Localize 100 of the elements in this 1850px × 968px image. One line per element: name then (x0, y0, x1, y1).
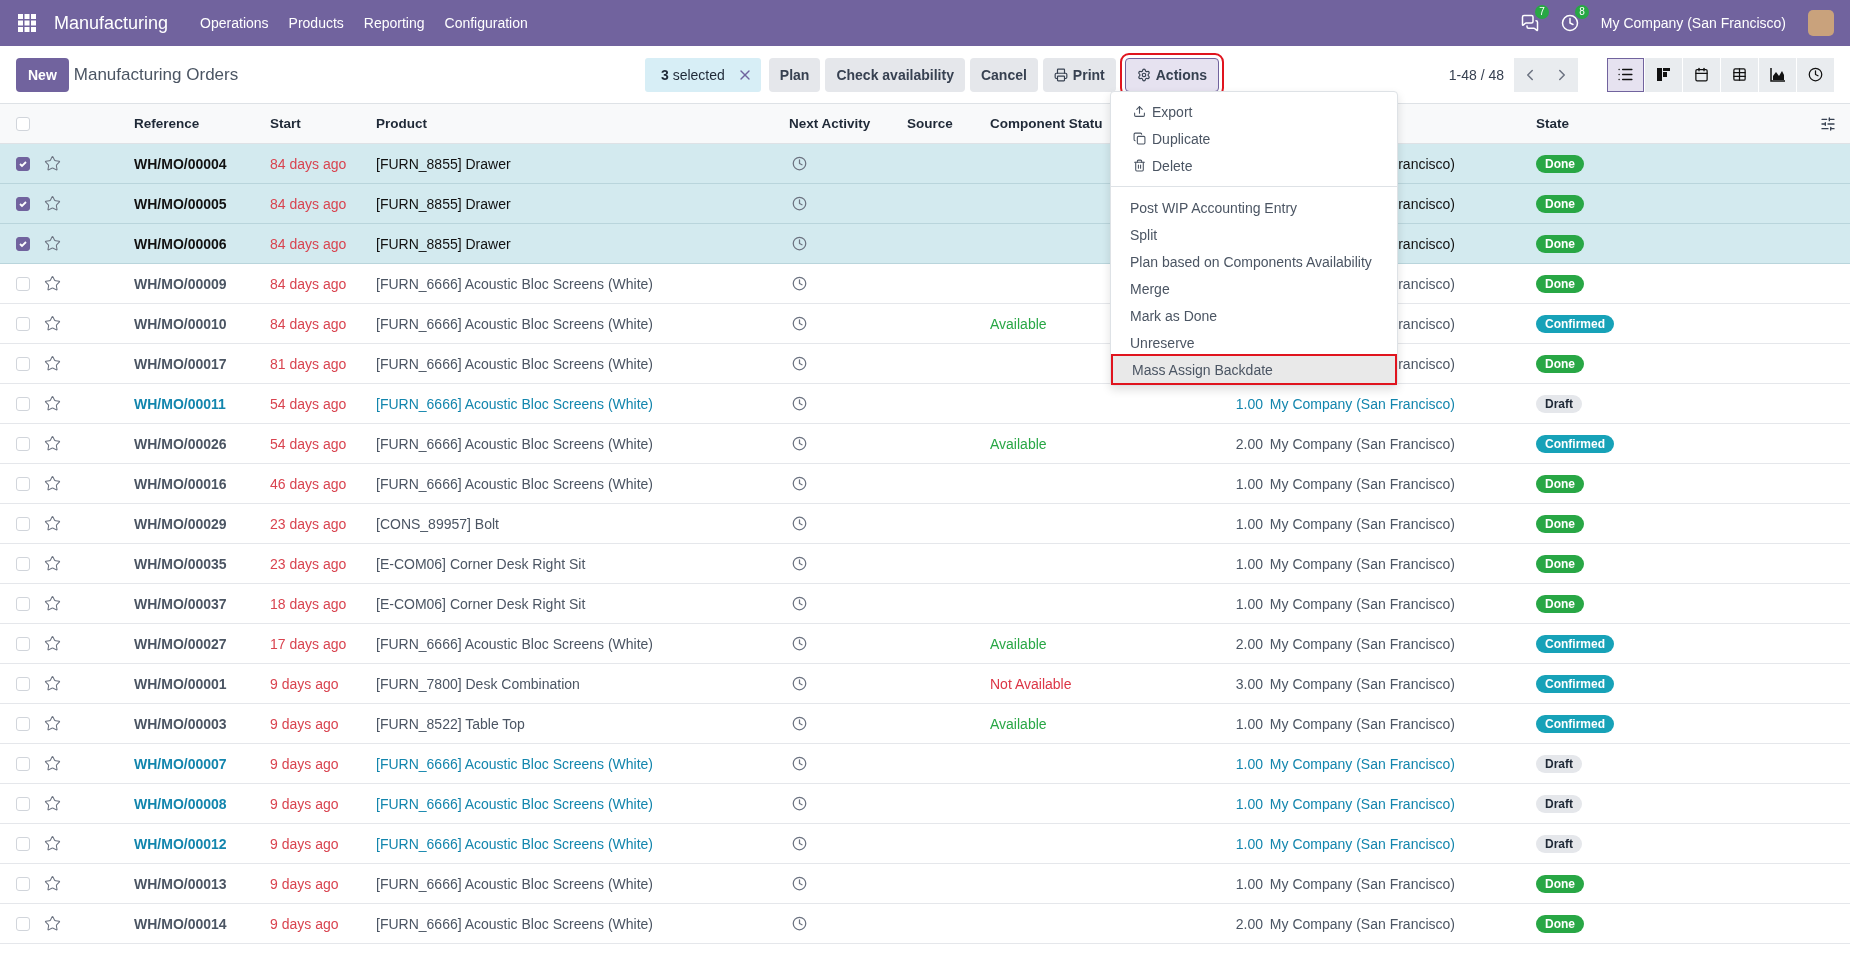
star-icon[interactable] (44, 435, 61, 452)
star-icon[interactable] (44, 795, 61, 812)
clock-icon[interactable] (792, 836, 807, 851)
star-icon[interactable] (44, 275, 61, 292)
star-icon[interactable] (44, 835, 61, 852)
clock-icon[interactable] (792, 716, 807, 731)
star-icon[interactable] (44, 635, 61, 652)
list-view-button[interactable] (1607, 57, 1644, 92)
reference-cell[interactable]: WH/MO/00035 (134, 555, 227, 572)
star-icon[interactable] (44, 915, 61, 932)
reference-cell[interactable]: WH/MO/00037 (134, 595, 227, 612)
star-icon[interactable] (44, 195, 61, 212)
clock-icon[interactable] (792, 436, 807, 451)
column-header[interactable]: State (1536, 116, 1820, 131)
reference-cell[interactable]: WH/MO/00011 (134, 395, 226, 412)
print-button[interactable]: Print (1042, 57, 1116, 92)
reference-cell[interactable]: WH/MO/00026 (134, 435, 227, 452)
dropdown-item[interactable]: Mass Assign Backdate (1113, 356, 1395, 383)
star-icon[interactable] (44, 715, 61, 732)
dropdown-item[interactable]: Unreserve (1111, 329, 1397, 356)
star-icon[interactable] (44, 395, 61, 412)
star-icon[interactable] (44, 675, 61, 692)
reference-cell[interactable]: WH/MO/00004 (134, 155, 227, 172)
clock-icon[interactable] (792, 236, 807, 251)
calendar-view-button[interactable] (1683, 57, 1720, 92)
dropdown-item[interactable]: Mark as Done (1111, 302, 1397, 329)
clock-icon[interactable] (792, 396, 807, 411)
column-settings-icon[interactable] (1820, 115, 1836, 132)
menu-item[interactable]: Operations (190, 15, 279, 31)
clock-icon[interactable] (792, 356, 807, 371)
clock-icon[interactable] (792, 636, 807, 651)
app-grid-icon[interactable] (18, 14, 36, 32)
reference-cell[interactable]: WH/MO/00029 (134, 515, 227, 532)
dropdown-item[interactable]: Post WIP Accounting Entry (1111, 194, 1397, 221)
clock-icon[interactable] (792, 916, 807, 931)
reference-cell[interactable]: WH/MO/00007 (134, 755, 227, 772)
clock-icon[interactable] (792, 316, 807, 331)
clock-icon[interactable] (792, 156, 807, 171)
dropdown-item[interactable]: Duplicate (1111, 125, 1397, 152)
activity-view-button[interactable] (1797, 57, 1834, 92)
menu-item[interactable]: Configuration (434, 15, 538, 31)
column-header[interactable]: Reference (134, 116, 270, 131)
toolbar-button[interactable]: Plan (768, 57, 821, 92)
star-icon[interactable] (44, 235, 61, 252)
dropdown-item[interactable]: Merge (1111, 275, 1397, 302)
reference-cell[interactable]: WH/MO/00005 (134, 195, 227, 212)
dropdown-item[interactable]: Split (1111, 221, 1397, 248)
row-checkbox[interactable] (16, 236, 30, 251)
kanban-view-button[interactable] (1645, 57, 1682, 92)
clock-icon[interactable] (792, 796, 807, 811)
dropdown-item[interactable]: Plan based on Components Availability (1111, 248, 1397, 275)
row-checkbox[interactable] (16, 156, 30, 171)
menu-item[interactable]: Reporting (353, 15, 435, 31)
graph-view-button[interactable] (1759, 57, 1796, 92)
column-header[interactable]: Source (907, 116, 990, 131)
select-all-checkbox[interactable] (16, 116, 30, 131)
reference-cell[interactable]: WH/MO/00009 (134, 275, 227, 292)
reference-cell[interactable]: WH/MO/00006 (134, 235, 227, 252)
star-icon[interactable] (44, 555, 61, 572)
clock-icon[interactable] (792, 676, 807, 691)
clock-icon[interactable] (792, 196, 807, 211)
row-checkbox[interactable] (16, 196, 30, 211)
star-icon[interactable] (44, 155, 61, 172)
toolbar-button[interactable]: Check availability (825, 57, 965, 92)
reference-cell[interactable]: WH/MO/00001 (134, 675, 227, 692)
clock-icon[interactable] (792, 596, 807, 611)
reference-cell[interactable]: WH/MO/00008 (134, 795, 227, 812)
column-header[interactable]: Start (270, 116, 376, 131)
table-view-button[interactable] (1721, 57, 1758, 92)
chat-icon[interactable] (1520, 14, 1539, 32)
reference-cell[interactable]: WH/MO/00003 (134, 715, 227, 732)
clock-icon[interactable] (792, 516, 807, 531)
star-icon[interactable] (44, 875, 61, 892)
clock-icon[interactable] (792, 556, 807, 571)
star-icon[interactable] (44, 475, 61, 492)
reference-cell[interactable]: WH/MO/00012 (134, 835, 227, 852)
clock-icon[interactable] (792, 756, 807, 771)
company-name[interactable]: My Company (San Francisco) (1600, 15, 1786, 31)
column-header[interactable]: Product (376, 116, 789, 131)
clock-icon[interactable] (792, 276, 807, 291)
star-icon[interactable] (44, 315, 61, 332)
star-icon[interactable] (44, 595, 61, 612)
column-header[interactable]: Next Activity (789, 116, 907, 131)
app-name[interactable]: Manufacturing (54, 12, 169, 34)
reference-cell[interactable]: WH/MO/00014 (134, 915, 227, 932)
star-icon[interactable] (44, 755, 61, 772)
reference-cell[interactable]: WH/MO/00027 (134, 635, 227, 652)
clock-icon[interactable] (792, 476, 807, 491)
star-icon[interactable] (44, 515, 61, 532)
reference-cell[interactable]: WH/MO/00016 (134, 475, 227, 492)
clock-icon[interactable] (792, 876, 807, 891)
reference-cell[interactable]: WH/MO/00017 (134, 355, 227, 372)
dropdown-item[interactable]: Delete (1111, 152, 1397, 179)
dropdown-item[interactable]: Export (1111, 98, 1397, 125)
menu-item[interactable]: Products (278, 15, 354, 31)
new-button[interactable]: New (16, 57, 69, 92)
reference-cell[interactable]: WH/MO/00013 (134, 875, 227, 892)
star-icon[interactable] (44, 355, 61, 372)
toolbar-button[interactable]: Cancel (969, 57, 1038, 92)
reference-cell[interactable]: WH/MO/00010 (134, 315, 227, 332)
